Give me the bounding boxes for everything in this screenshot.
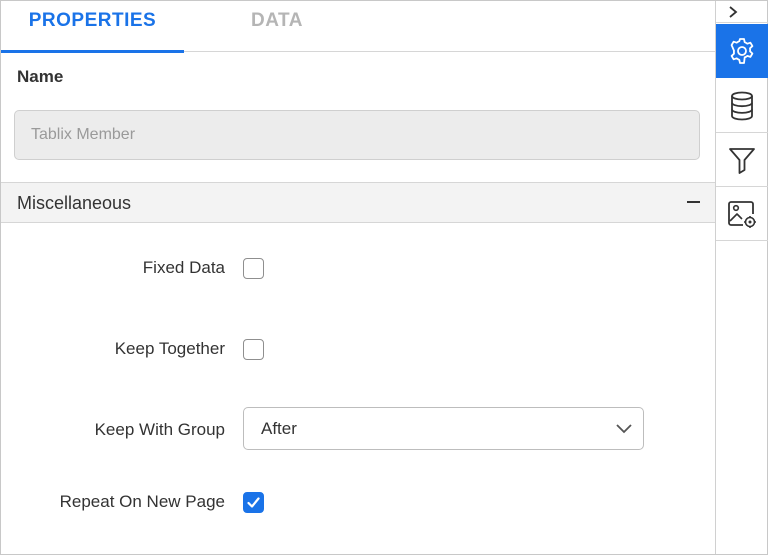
expand-sidebar-button[interactable] [716,1,768,23]
sidebar-item-data[interactable] [716,79,768,133]
keep-together-label: Keep Together [114,339,225,358]
repeat-on-new-page-label: Repeat On New Page [59,492,225,511]
sidebar-item-filter[interactable] [716,133,768,187]
tab-data-label: DATA [251,10,303,31]
tab-properties-label: PROPERTIES [28,10,157,31]
repeat-on-new-page-checkbox[interactable] [243,492,264,513]
chevron-right-icon [729,6,738,18]
keep-with-group-label: Keep With Group [94,420,225,439]
chevron-down-icon [616,424,632,434]
right-sidebar [715,1,768,554]
miscellaneous-section-header[interactable]: Miscellaneous [1,182,715,223]
fixed-data-checkbox[interactable] [243,258,264,279]
fixed-data-label: Fixed Data [142,258,225,277]
keep-together-checkbox[interactable] [243,339,264,360]
collapse-section-button[interactable] [681,192,705,212]
tab-data[interactable]: DATA [184,1,370,52]
sidebar-item-properties[interactable] [716,24,768,78]
gear-icon [730,38,754,64]
tab-bar: PROPERTIES DATA [1,1,715,53]
name-label: Name [17,67,64,86]
section-title: Miscellaneous [17,193,132,213]
tab-properties[interactable]: PROPERTIES [1,1,184,53]
checkmark-icon [247,497,260,508]
image-settings-icon [728,201,756,228]
minus-icon [687,201,700,203]
properties-panel: PROPERTIES DATA Name Miscellaneous Fixed… [1,1,715,554]
keep-with-group-value: After [261,419,297,438]
name-field[interactable] [14,110,700,160]
keep-with-group-select[interactable]: After [243,407,644,450]
filter-icon [729,148,755,174]
sidebar-item-image-settings[interactable] [716,187,768,241]
active-tab-indicator [1,50,184,53]
database-icon [731,91,753,121]
